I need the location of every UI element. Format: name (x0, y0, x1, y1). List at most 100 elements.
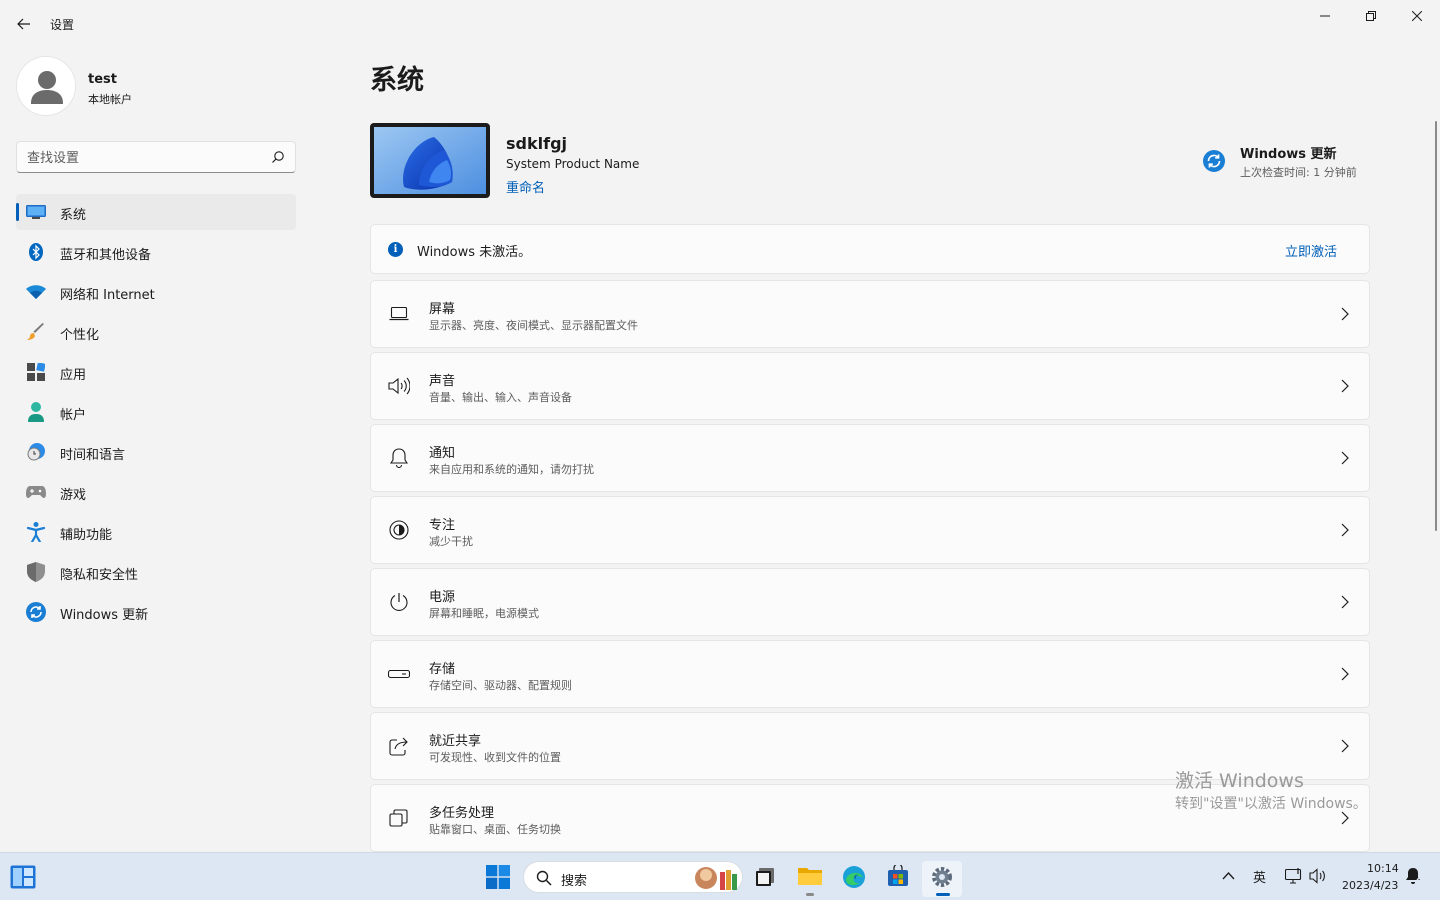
sidebar-item-label: 时间和语言 (60, 448, 126, 463)
speaker-icon (388, 375, 410, 397)
windows-update-title[interactable]: Windows 更新 (1240, 143, 1337, 162)
minimize-button[interactable] (1302, 0, 1348, 32)
card-subtitle: 音量、输出、输入、声音设备 (429, 391, 572, 404)
clock-date: 2023/4/23 (1342, 879, 1399, 892)
chevron-up-icon (1222, 872, 1235, 880)
laptop-icon (388, 303, 410, 325)
restore-button[interactable] (1348, 0, 1394, 32)
microsoft-store-icon (888, 865, 908, 886)
taskbar-search[interactable]: 搜索 (523, 861, 743, 893)
card-subtitle: 减少干扰 (429, 535, 473, 548)
sidebar-item-time-language[interactable]: 时间和语言 (16, 434, 296, 470)
user-profile[interactable]: test 本地帐户 (16, 56, 316, 118)
search-input[interactable] (27, 148, 257, 168)
windows-update-icon (26, 602, 46, 622)
search-highlight-image (695, 867, 737, 890)
network-monitor-icon (1284, 868, 1302, 884)
input-language-indicator[interactable]: 英 (1253, 867, 1266, 886)
card-power[interactable]: 电源 屏幕和睡眠，电源模式 (370, 568, 1370, 636)
sidebar-item-accounts[interactable]: 帐户 (16, 394, 296, 430)
card-notifications[interactable]: 通知 来自应用和系统的通知，请勿打扰 (370, 424, 1370, 492)
back-button[interactable] (10, 10, 38, 38)
avatar (16, 56, 76, 116)
taskbar-app-task-view[interactable] (745, 861, 785, 900)
card-title: 多任务处理 (429, 806, 495, 821)
sidebar-nav: 系统 蓝牙和其他设备 网络和 Internet 个性化 应用 帐户 时间和语言 … (16, 194, 296, 634)
wifi-icon (26, 283, 46, 301)
focus-icon (388, 519, 410, 541)
shield-icon (26, 562, 46, 582)
chevron-right-icon (1341, 811, 1349, 825)
card-title: 声音 (429, 374, 456, 389)
sidebar-item-network[interactable]: 网络和 Internet (16, 274, 296, 310)
settings-search[interactable] (16, 141, 296, 173)
card-storage[interactable]: 存储 存储空间、驱动器、配置规则 (370, 640, 1370, 708)
default-avatar-icon (17, 57, 75, 115)
taskbar: 搜索 英 10:14 2023/4/23 (0, 852, 1440, 900)
close-icon (1412, 11, 1422, 21)
sidebar-item-apps[interactable]: 应用 (16, 354, 296, 390)
sidebar-item-privacy[interactable]: 隐私和安全性 (16, 554, 296, 590)
chevron-right-icon (1341, 523, 1349, 537)
search-icon (272, 151, 284, 163)
share-icon (388, 735, 410, 757)
sidebar-item-gaming[interactable]: 游戏 (16, 474, 296, 510)
windows-update-icon[interactable] (1203, 150, 1225, 172)
power-icon (388, 591, 410, 613)
edge-browser-icon (843, 866, 865, 888)
notifications-button[interactable] (1405, 867, 1421, 889)
sidebar-item-personalization[interactable]: 个性化 (16, 314, 296, 350)
sidebar-item-label: 网络和 Internet (60, 288, 155, 303)
device-name: sdklfgj (506, 134, 567, 153)
sidebar-item-accessibility[interactable]: 辅助功能 (16, 514, 296, 550)
card-title: 通知 (429, 446, 456, 461)
card-focus[interactable]: 专注 减少干扰 (370, 496, 1370, 564)
chevron-right-icon (1341, 739, 1349, 753)
activation-watermark-text: 转到"设置"以激活 Windows。 (1175, 796, 1367, 812)
windows-update-status: 上次检查时间: 1 分钟前 (1240, 166, 1357, 179)
page-title: 系统 (370, 65, 424, 96)
start-button[interactable] (486, 865, 510, 889)
network-status-button[interactable] (1284, 868, 1303, 888)
card-title: 屏幕 (429, 302, 456, 317)
scrollbar[interactable] (1435, 121, 1437, 531)
taskbar-app-store[interactable] (878, 861, 918, 900)
title-bar: 设置 (0, 0, 1440, 48)
sidebar-item-windows-update[interactable]: Windows 更新 (16, 594, 296, 630)
arrow-left-icon (17, 18, 30, 30)
windows-logo-icon (486, 865, 510, 889)
task-view-icon (756, 868, 774, 886)
sidebar-item-system[interactable]: 系统 (16, 194, 296, 230)
close-button[interactable] (1394, 0, 1440, 32)
widgets-icon (10, 865, 36, 889)
card-subtitle: 显示器、亮度、夜间模式、显示器配置文件 (429, 319, 638, 332)
volume-button[interactable] (1309, 868, 1327, 888)
profile-account-type: 本地帐户 (88, 93, 132, 106)
card-sound[interactable]: 声音 音量、输出、输入、声音设备 (370, 352, 1370, 420)
card-display[interactable]: 屏幕 显示器、亮度、夜间模式、显示器配置文件 (370, 280, 1370, 348)
folder-icon (798, 868, 822, 885)
speaker-icon (1309, 868, 1325, 884)
wallpaper-bloom-image (374, 127, 486, 194)
sidebar-item-label: 游戏 (60, 488, 87, 503)
sidebar-item-bluetooth[interactable]: 蓝牙和其他设备 (16, 234, 296, 270)
clock-time: 10:14 (1367, 862, 1399, 875)
chevron-right-icon (1341, 451, 1349, 465)
chevron-right-icon (1341, 595, 1349, 609)
device-wallpaper-thumbnail[interactable] (370, 123, 490, 198)
taskbar-app-settings[interactable] (922, 861, 962, 897)
widgets-button[interactable] (10, 865, 36, 889)
gamepad-icon (26, 483, 46, 501)
activation-message: Windows 未激活。 (417, 245, 532, 260)
profile-name: test (88, 72, 117, 87)
sidebar-item-label: Windows 更新 (60, 608, 149, 623)
show-hidden-icons-button[interactable] (1222, 869, 1235, 884)
settings-gear-icon (932, 867, 952, 887)
activate-now-link[interactable]: 立即激活 (1285, 241, 1337, 260)
search-icon (536, 870, 552, 886)
rename-link[interactable]: 重命名 (506, 177, 545, 196)
sidebar-item-label: 系统 (60, 208, 87, 223)
apps-icon (26, 363, 46, 381)
running-indicator (806, 893, 814, 896)
taskbar-app-edge[interactable] (834, 861, 874, 900)
